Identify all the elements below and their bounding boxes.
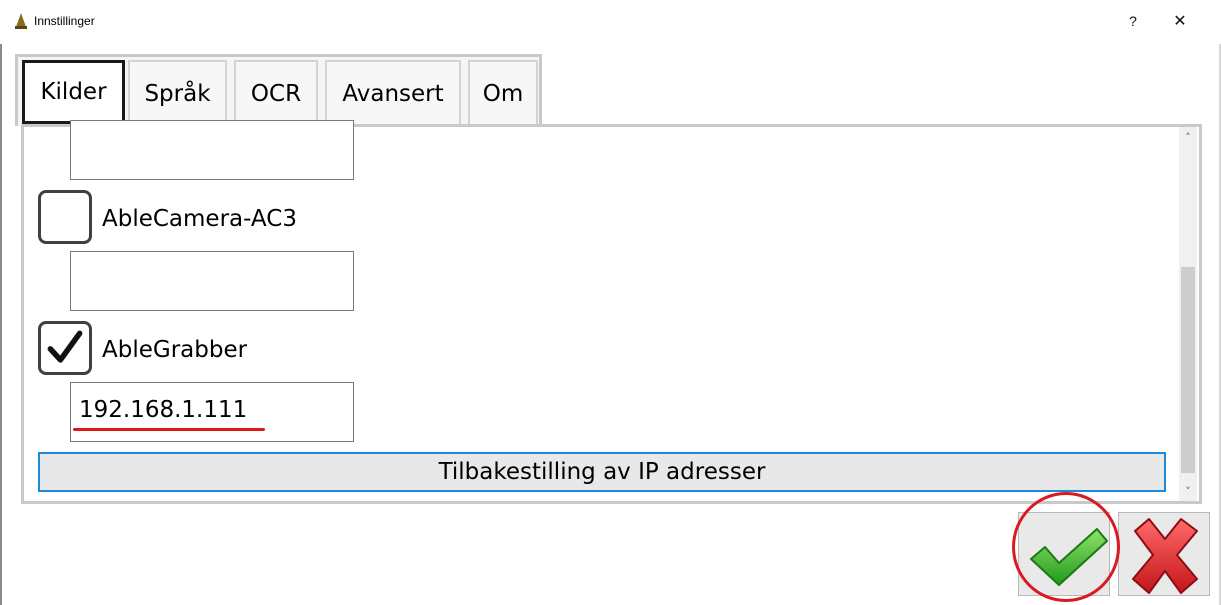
reset-ip-button[interactable]: Tilbakestilling av IP adresser [38, 452, 1166, 492]
sources-panel [21, 124, 1202, 504]
scroll-up-icon[interactable]: ˄ [1179, 127, 1197, 147]
tab-ocr[interactable]: OCR [234, 60, 318, 126]
tab-sprak[interactable]: Språk [128, 60, 227, 126]
title-bar: Innstillinger ? ✕ [0, 0, 1221, 44]
checkbox-ablecamera-ac3[interactable] [38, 190, 92, 244]
window-border [0, 44, 2, 605]
checkbox-ablegrabber[interactable] [38, 321, 92, 375]
vertical-scrollbar[interactable]: ˄ ˅ [1179, 127, 1197, 501]
ip-field-previous[interactable] [70, 120, 354, 180]
scrollbar-thumb[interactable] [1181, 267, 1195, 473]
app-icon [15, 13, 27, 29]
help-button[interactable]: ? [1113, 6, 1153, 36]
cancel-button[interactable] [1118, 512, 1210, 596]
ip-field-ablecamera-ac3[interactable] [70, 251, 354, 311]
label-ablecamera-ac3: AbleCamera-AC3 [102, 206, 297, 232]
window-title: Innstillinger [34, 14, 95, 28]
checkmark-icon [47, 330, 83, 363]
ip-field-ablegrabber[interactable]: 192.168.1.111 [70, 382, 354, 442]
close-button[interactable]: ✕ [1160, 6, 1200, 36]
tab-avansert[interactable]: Avansert [325, 60, 461, 126]
label-ablegrabber: AbleGrabber [102, 337, 248, 363]
scroll-down-icon[interactable]: ˅ [1179, 481, 1197, 501]
red-circle-annotation [1012, 492, 1120, 602]
tab-om[interactable]: Om [468, 60, 538, 126]
tab-kilder[interactable]: Kilder [22, 60, 125, 124]
red-underline-annotation [73, 428, 265, 431]
red-x-icon [1132, 518, 1198, 594]
